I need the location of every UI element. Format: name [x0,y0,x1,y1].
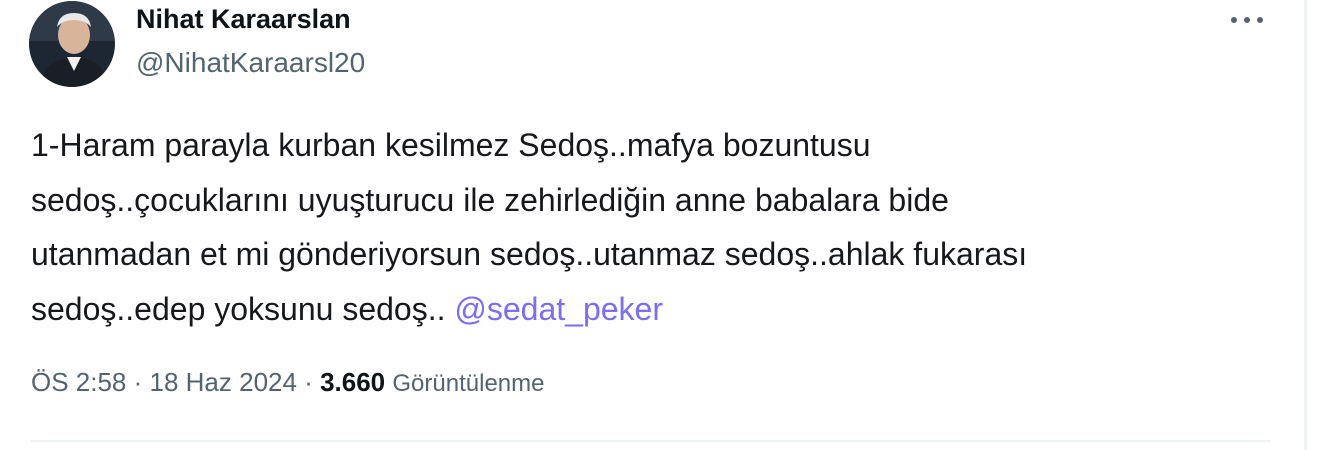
avatar-image [29,1,115,87]
timeline-border [1304,0,1307,450]
tweet-date[interactable]: 18 Haz 2024 [150,367,297,397]
divider [31,440,1271,442]
meta-separator: · [126,367,150,397]
mention-link[interactable]: @sedat_peker [454,291,663,327]
avatar[interactable] [29,1,115,87]
more-horizontal-icon[interactable] [1226,6,1268,34]
tweet-text: 1-Haram parayla kurban kesilmez Sedoş..m… [31,118,1281,336]
tweet-time[interactable]: ÖS 2:58 [31,367,126,397]
author-name[interactable]: Nihat Karaarslan [136,4,351,35]
views-label: Görüntülenme [392,370,545,397]
tweet-metadata: ÖS 2:58 · 18 Haz 2024 · 3.660 Görüntülen… [31,367,544,398]
views-count: 3.660 [320,367,386,397]
author-handle[interactable]: @NihatKaraarsl20 [136,47,365,79]
meta-separator: · [296,367,321,397]
